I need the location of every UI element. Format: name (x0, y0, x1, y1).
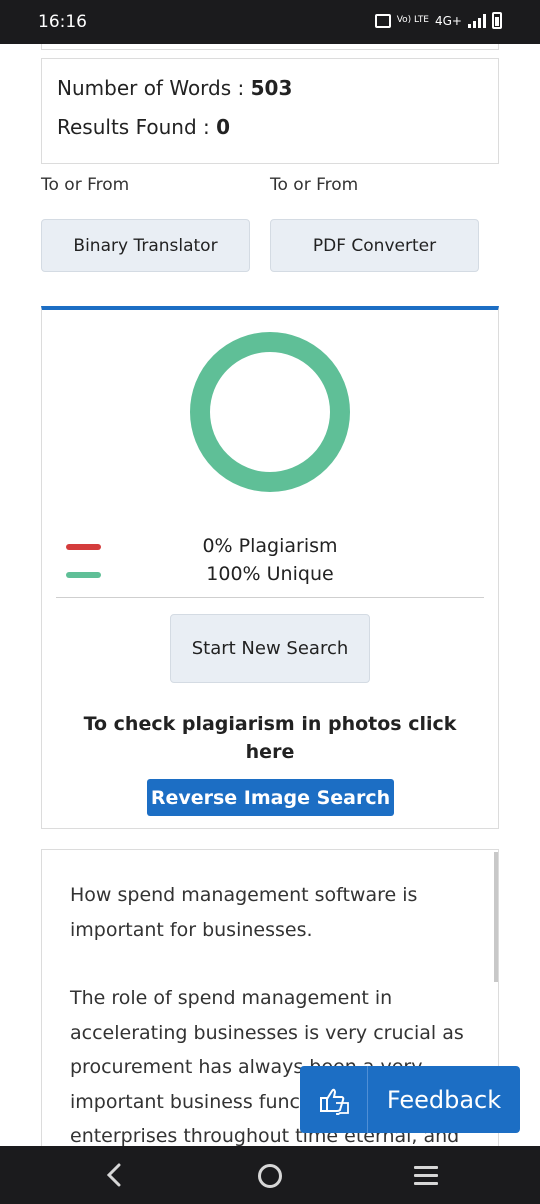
recent-apps-icon[interactable] (414, 1166, 438, 1186)
word-count-value: 503 (250, 76, 293, 100)
word-count: Number of Words : 503 (57, 76, 292, 100)
plagiarism-percent: 0% Plagiarism (202, 535, 338, 557)
reverse-image-search-button[interactable]: Reverse Image Search (147, 779, 394, 816)
word-count-label: Number of Words : (57, 76, 251, 100)
article-scrollbar[interactable] (494, 852, 498, 982)
divider (56, 597, 484, 598)
battery-icon (492, 12, 502, 29)
status-icons: Vo) LTE 4G+ (374, 12, 502, 29)
home-icon[interactable] (258, 1164, 282, 1188)
result-card: 0% Plagiarism 100% Unique Start New Sear… (41, 306, 499, 829)
volte-icon: Vo) LTE (396, 15, 429, 25)
results-found-label: Results Found : (57, 115, 217, 139)
feedback-icon (300, 1066, 368, 1133)
results-found: Results Found : 0 (57, 115, 230, 139)
status-bar: 16:16 Vo) LTE 4G+ (0, 0, 540, 44)
signal-icon (468, 13, 486, 28)
stats-card: Number of Words : 503 Results Found : 0 (41, 58, 499, 164)
feedback-label: Feedback (386, 1085, 502, 1114)
ring-unique-arc (190, 332, 350, 492)
pdf-converter-button[interactable]: PDF Converter (270, 219, 479, 272)
tool-label-pdf: To or From (270, 175, 359, 195)
back-icon[interactable] (104, 1163, 124, 1187)
photo-check-prompt: To check plagiarism in photos click here (83, 713, 457, 763)
page-content: Number of Words : 503 Results Found : 0 … (0, 44, 540, 1146)
article-paragraph: How spend management software is importa… (70, 884, 418, 941)
results-found-value: 0 (216, 115, 231, 139)
previous-card-edge (41, 44, 499, 50)
start-new-search-button[interactable]: Start New Search (170, 614, 370, 683)
binary-translator-button[interactable]: Binary Translator (41, 219, 250, 272)
plagiarism-ring-chart (190, 332, 350, 492)
status-time: 16:16 (38, 12, 87, 32)
tool-label-binary: To or From (41, 175, 130, 195)
system-nav-bar (0, 1146, 540, 1204)
feedback-button[interactable]: Feedback (300, 1066, 520, 1133)
unique-percent: 100% Unique (206, 563, 334, 585)
network-type: 4G+ (435, 13, 462, 28)
vibrate-icon (374, 13, 391, 28)
